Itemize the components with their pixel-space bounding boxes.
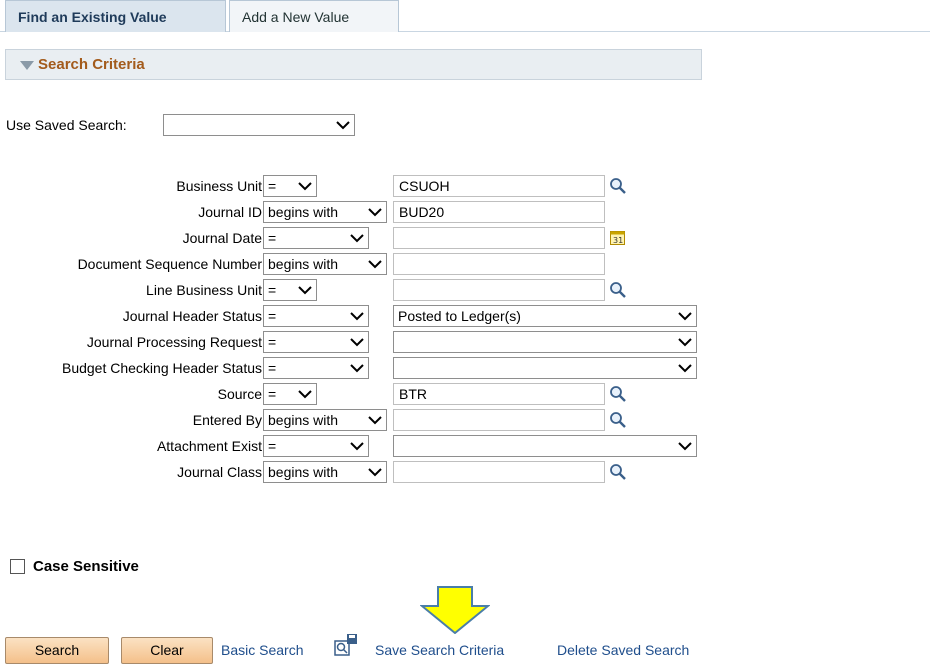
operator-value: begins with bbox=[268, 412, 339, 428]
attachment-exist-operator-select[interactable]: = bbox=[263, 435, 369, 457]
journal-processing-request-operator-select[interactable]: = bbox=[263, 331, 369, 353]
chevron-down-icon bbox=[350, 442, 364, 451]
search-criteria-title: Search Criteria bbox=[38, 56, 145, 73]
chevron-down-icon bbox=[368, 260, 382, 269]
journal-processing-request-label: Journal Processing Request bbox=[86, 334, 262, 350]
tab-add-new-value[interactable]: Add a New Value bbox=[229, 0, 399, 32]
operator-value: = bbox=[268, 308, 277, 324]
down-arrow-annotation-icon bbox=[420, 586, 490, 634]
lookup-magnifier-icon[interactable] bbox=[609, 281, 627, 299]
operator-value: begins with bbox=[268, 204, 339, 220]
journal-class-label: Journal Class bbox=[177, 464, 262, 480]
case-sensitive-checkbox[interactable] bbox=[10, 559, 25, 574]
budget-checking-header-status-value-select[interactable] bbox=[393, 357, 697, 379]
lookup-magnifier-icon[interactable] bbox=[609, 463, 627, 481]
tab-add-new-value-label: Add a New Value bbox=[242, 9, 350, 25]
chevron-down-icon bbox=[678, 312, 692, 321]
journal-id-operator-select[interactable]: begins with bbox=[263, 201, 387, 223]
chevron-down-icon bbox=[350, 364, 364, 373]
value-text: BTR bbox=[399, 386, 427, 402]
entered-by-label: Entered By bbox=[192, 412, 262, 428]
journal-class-operator-select[interactable]: begins with bbox=[263, 461, 387, 483]
line-business-unit-value-input[interactable] bbox=[393, 279, 605, 301]
business-unit-label: Business Unit bbox=[176, 178, 262, 194]
value-text: CSUOH bbox=[399, 178, 450, 194]
document-sequence-number-operator-select[interactable]: begins with bbox=[263, 253, 387, 275]
source-operator-select[interactable]: = bbox=[263, 383, 317, 405]
use-saved-search-select[interactable] bbox=[163, 114, 355, 136]
delete-saved-search-link[interactable]: Delete Saved Search bbox=[557, 637, 689, 664]
entered-by-operator-select[interactable]: begins with bbox=[263, 409, 387, 431]
save-search-icon[interactable] bbox=[333, 633, 359, 657]
budget-checking-header-status-operator-select[interactable]: = bbox=[263, 357, 369, 379]
search-criteria-header[interactable]: Search Criteria bbox=[5, 49, 702, 80]
operator-value: = bbox=[268, 360, 277, 376]
lookup-magnifier-icon[interactable] bbox=[609, 385, 627, 403]
calendar-icon[interactable]: 31 bbox=[609, 229, 627, 247]
source-label: Source bbox=[217, 386, 262, 402]
business-unit-operator-select[interactable]: = bbox=[263, 175, 317, 197]
chevron-down-icon bbox=[350, 338, 364, 347]
journal-processing-request-value-select[interactable] bbox=[393, 331, 697, 353]
line-business-unit-label: Line Business Unit bbox=[146, 282, 262, 298]
journal-id-label: Journal ID bbox=[198, 204, 262, 220]
line-business-unit-operator-select[interactable]: = bbox=[263, 279, 317, 301]
svg-text:31: 31 bbox=[613, 236, 623, 245]
operator-value: begins with bbox=[268, 464, 339, 480]
chevron-down-icon bbox=[298, 182, 312, 191]
chevron-down-icon bbox=[368, 208, 382, 217]
operator-value: = bbox=[268, 386, 277, 402]
value-text: Posted to Ledger(s) bbox=[398, 308, 521, 324]
operator-value: = bbox=[268, 230, 277, 246]
chevron-down-icon bbox=[678, 338, 692, 347]
journal-class-value-input[interactable] bbox=[393, 461, 605, 483]
chevron-down-icon bbox=[368, 468, 382, 477]
journal-id-value-input[interactable]: BUD20 bbox=[393, 201, 605, 223]
save-search-criteria-link[interactable]: Save Search Criteria bbox=[375, 637, 504, 664]
tab-find-existing-value[interactable]: Find an Existing Value bbox=[5, 0, 226, 32]
chevron-down-icon bbox=[350, 234, 364, 243]
journal-date-label: Journal Date bbox=[182, 230, 262, 246]
operator-value: = bbox=[268, 282, 277, 298]
attachment-exist-label: Attachment Exist bbox=[156, 438, 262, 454]
use-saved-search-label: Use Saved Search: bbox=[6, 117, 127, 133]
chevron-down-icon bbox=[298, 286, 312, 295]
value-text: BUD20 bbox=[399, 204, 445, 220]
budget-checking-header-status-label: Budget Checking Header Status bbox=[61, 360, 262, 376]
lookup-magnifier-icon[interactable] bbox=[609, 177, 627, 195]
attachment-exist-value-select[interactable] bbox=[393, 435, 697, 457]
journal-date-value-input[interactable] bbox=[393, 227, 605, 249]
chevron-down-icon bbox=[336, 121, 350, 130]
chevron-down-icon bbox=[368, 416, 382, 425]
operator-value: begins with bbox=[268, 256, 339, 272]
business-unit-value-input[interactable]: CSUOH bbox=[393, 175, 605, 197]
journal-header-status-label: Journal Header Status bbox=[122, 308, 262, 324]
operator-value: = bbox=[268, 438, 277, 454]
document-sequence-number-value-input[interactable] bbox=[393, 253, 605, 275]
chevron-down-icon bbox=[350, 312, 364, 321]
case-sensitive-label: Case Sensitive bbox=[33, 558, 139, 575]
chevron-down-icon bbox=[298, 390, 312, 399]
entered-by-value-input[interactable] bbox=[393, 409, 605, 431]
journal-header-status-operator-select[interactable]: = bbox=[263, 305, 369, 327]
clear-button[interactable]: Clear bbox=[121, 637, 213, 664]
source-value-input[interactable]: BTR bbox=[393, 383, 605, 405]
collapse-triangle-icon[interactable] bbox=[20, 61, 34, 70]
operator-value: = bbox=[268, 334, 277, 350]
document-sequence-number-label: Document Sequence Number bbox=[77, 256, 262, 272]
operator-value: = bbox=[268, 178, 277, 194]
basic-search-link[interactable]: Basic Search bbox=[221, 637, 303, 664]
chevron-down-icon bbox=[678, 364, 692, 373]
chevron-down-icon bbox=[678, 442, 692, 451]
journal-header-status-value-select[interactable]: Posted to Ledger(s) bbox=[393, 305, 697, 327]
lookup-magnifier-icon[interactable] bbox=[609, 411, 627, 429]
journal-date-operator-select[interactable]: = bbox=[263, 227, 369, 249]
search-button[interactable]: Search bbox=[5, 637, 109, 664]
